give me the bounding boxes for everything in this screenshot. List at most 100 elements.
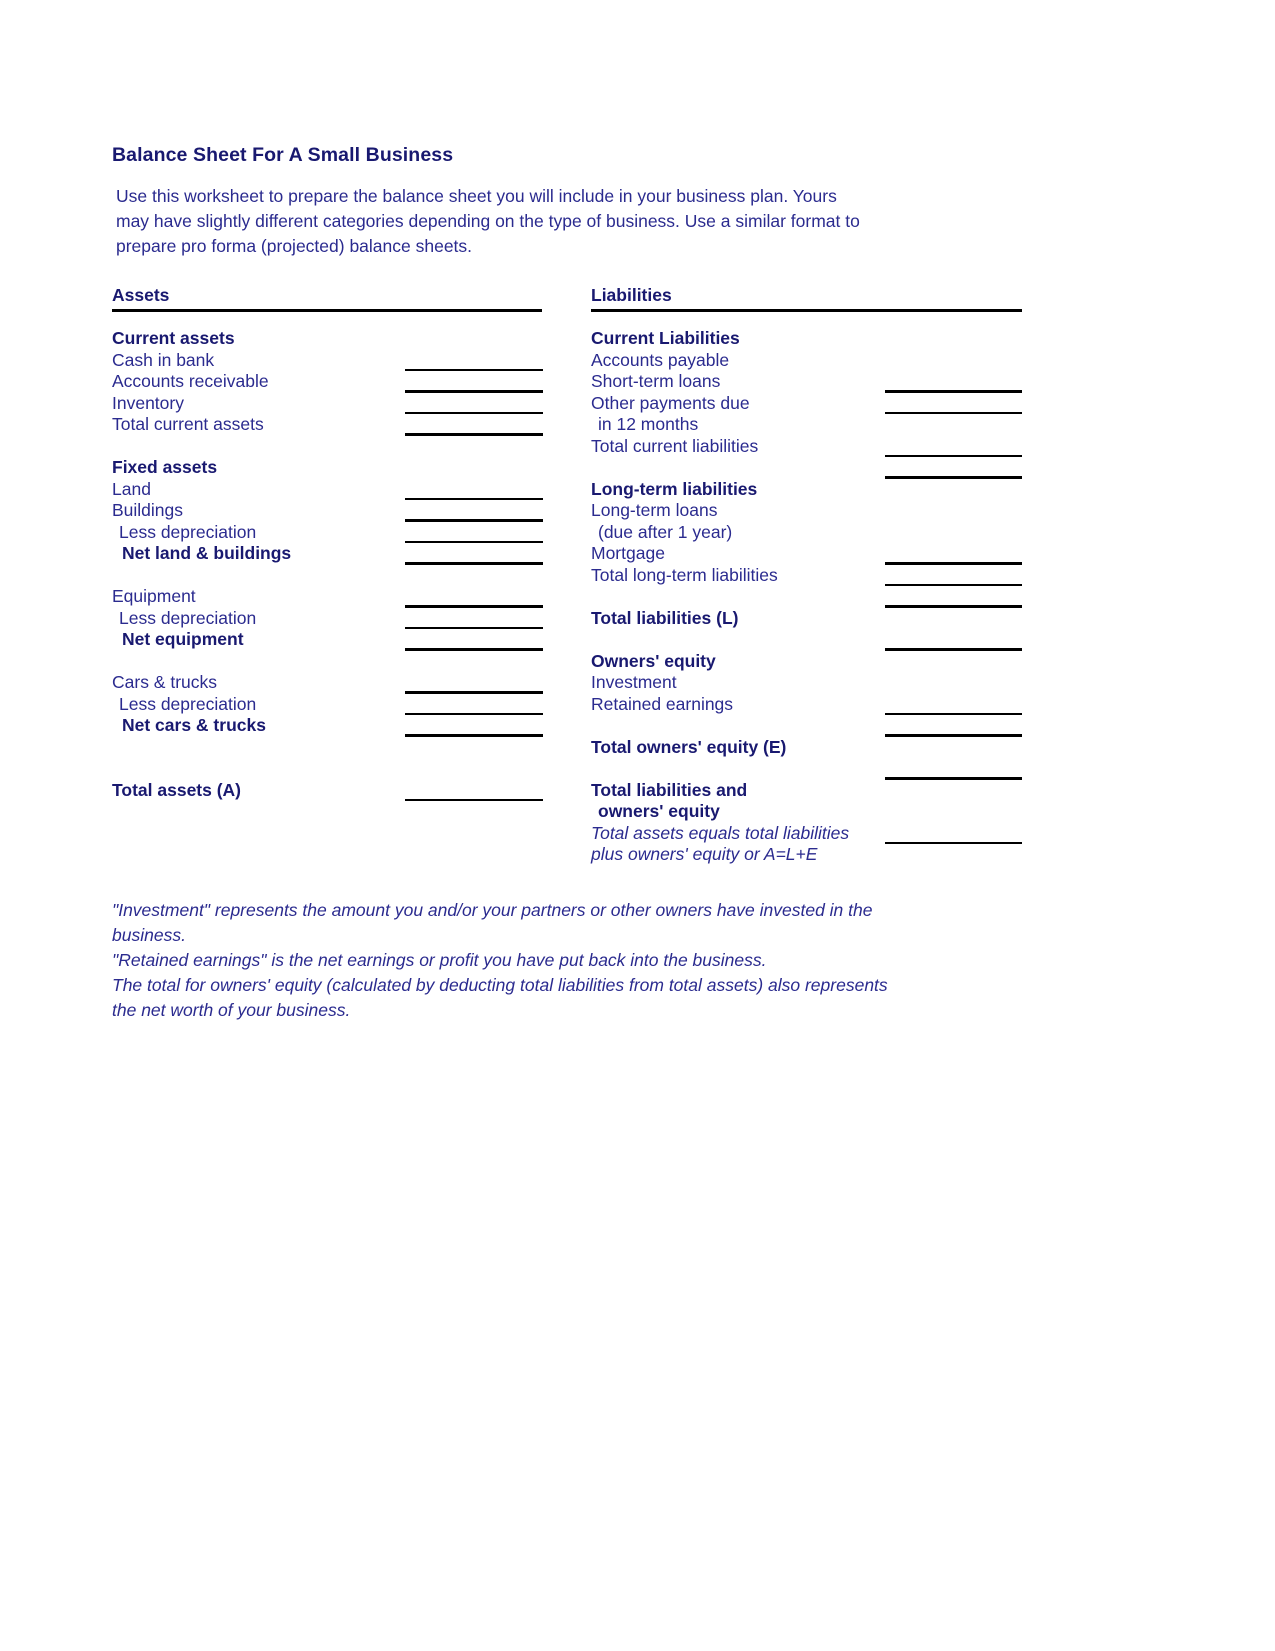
assets-label: Cash in bank <box>112 349 215 370</box>
intro-line: Use this worksheet to prepare the balanc… <box>116 186 837 206</box>
liabilities-row: Owners' equity <box>591 651 1031 673</box>
assets-row: Inventory <box>112 392 552 414</box>
assets-spacer <box>112 758 552 780</box>
liabilities-label: Current Liabilities <box>591 328 740 348</box>
assets-row: Less depreciation <box>112 607 552 629</box>
liabilities-label: in 12 months <box>598 414 699 434</box>
liabilities-row: Long-term loans <box>591 500 1031 522</box>
assets-row: Total assets (A) <box>112 779 552 801</box>
assets-row: Less depreciation <box>112 521 552 543</box>
liabilities-label <box>591 715 596 735</box>
assets-label <box>112 651 117 671</box>
liabilities-label: Total owners' equity (E) <box>591 736 787 757</box>
assets-label <box>112 436 117 456</box>
liabilities-label: Other payments due <box>591 392 750 413</box>
liabilities-label: Mortgage <box>591 543 665 563</box>
liabilities-label <box>591 586 596 606</box>
assets-row: Buildings <box>112 500 552 522</box>
liabilities-label: Long-term loans <box>591 500 718 520</box>
liabilities-row: Total current liabilities <box>591 435 1031 457</box>
liabilities-row: Total liabilities and <box>591 780 1031 802</box>
assets-label: Less depreciation <box>119 607 257 628</box>
liabilities-label: plus owners' equity or A=L+E <box>591 844 818 864</box>
assets-row: Current assets <box>112 328 552 350</box>
assets-row: Net cars & trucks <box>112 715 552 737</box>
liabilities-label: Total long-term liabilities <box>591 564 778 585</box>
assets-row: Net equipment <box>112 629 552 651</box>
liabilities-label <box>591 457 596 477</box>
liabilities-row: in 12 months <box>591 414 1031 436</box>
note-line: the net worth of your business. <box>112 1000 351 1020</box>
liabilities-label: Total liabilities and <box>591 779 748 800</box>
assets-row: Less depreciation <box>112 693 552 715</box>
assets-label: Land <box>112 478 151 499</box>
assets-label <box>112 565 117 585</box>
liabilities-spacer <box>591 758 1031 780</box>
assets-label <box>112 758 117 778</box>
liabilities-label: (due after 1 year) <box>598 521 733 542</box>
note-line: "Retained earnings" is the net earnings … <box>112 950 767 970</box>
liabilities-label <box>591 629 596 649</box>
liabilities-row: plus owners' equity or A=L+E <box>591 844 1031 866</box>
liabilities-row: Mortgage <box>591 543 1031 565</box>
assets-label: Net cars & trucks <box>122 715 266 735</box>
liabilities-header-rule <box>591 309 1022 312</box>
note-line: The total for owners' equity (calculated… <box>112 975 888 995</box>
intro-paragraph: Use this worksheet to prepare the balanc… <box>116 184 996 259</box>
assets-label: Less depreciation <box>119 521 257 542</box>
liabilities-label: Total current liabilities <box>591 435 759 456</box>
intro-line: prepare pro forma (projected) balance sh… <box>116 236 473 256</box>
note-line: "Investment" represents the amount you a… <box>112 900 873 920</box>
assets-row: Net land & buildings <box>112 543 552 565</box>
liabilities-row: Total assets equals total liabilities <box>591 823 1031 844</box>
liabilities-label: Investment <box>591 672 677 692</box>
liabilities-row-list: Current Liabilities Accounts payable Short… <box>591 328 1031 866</box>
assets-row: Accounts receivable <box>112 371 552 393</box>
intro-line: may have slightly different categories d… <box>116 211 860 231</box>
assets-label: Current assets <box>112 328 235 348</box>
liabilities-row: Investment <box>591 672 1031 694</box>
liabilities-label: Long-term liabilities <box>591 478 758 499</box>
liabilities-row: Total owners' equity (E) <box>591 737 1031 759</box>
liabilities-row: Other payments due <box>591 392 1031 414</box>
assets-label: Buildings <box>112 500 184 520</box>
page-title: Balance Sheet For A Small Business <box>112 144 454 166</box>
assets-label: Total current assets <box>112 414 264 434</box>
assets-label: Total assets (A) <box>112 779 242 800</box>
assets-row: Total current assets <box>112 414 552 436</box>
liabilities-spacer <box>591 457 1031 479</box>
liabilities-label: Owners' equity <box>591 650 716 671</box>
assets-label: Fixed assets <box>112 457 218 477</box>
assets-spacer <box>112 737 552 759</box>
assets-spacer <box>112 436 552 458</box>
assets-label: Net equipment <box>122 629 244 649</box>
assets-label <box>112 737 117 757</box>
assets-spacer <box>112 565 552 587</box>
note-line: business. <box>112 925 186 945</box>
liabilities-column-header: Liabilities <box>591 285 672 305</box>
assets-label: Less depreciation <box>119 693 257 714</box>
liabilities-row: Short-term loans <box>591 371 1031 393</box>
footer-notes: "Investment" represents the amount you a… <box>112 898 1012 1023</box>
liabilities-row: owners' equity <box>591 801 1031 823</box>
assets-row: Equipment <box>112 586 552 608</box>
liabilities-spacer <box>591 586 1031 608</box>
assets-label: Accounts receivable <box>112 371 269 391</box>
assets-header-rule <box>112 309 542 312</box>
assets-label: Cars & trucks <box>112 672 218 692</box>
assets-row: Fixed assets <box>112 457 552 479</box>
liabilities-row: Accounts payable <box>591 350 1031 372</box>
assets-spacer <box>112 651 552 673</box>
liabilities-row: Long-term liabilities <box>591 479 1031 501</box>
assets-row: Land <box>112 478 552 500</box>
liabilities-row: (due after 1 year) <box>591 522 1031 544</box>
liabilities-label: Accounts payable <box>591 349 730 370</box>
liabilities-row: Current Liabilities <box>591 328 1031 350</box>
assets-fill-in-line[interactable] <box>405 798 543 801</box>
assets-row: Cash in bank <box>112 349 552 371</box>
worksheet-page: Balance Sheet For A Small Business Use t… <box>0 0 1275 1651</box>
liabilities-row: Total liabilities (L) <box>591 608 1031 630</box>
liabilities-label <box>591 758 596 778</box>
assets-label: Inventory <box>112 392 184 413</box>
liabilities-spacer <box>591 715 1031 737</box>
